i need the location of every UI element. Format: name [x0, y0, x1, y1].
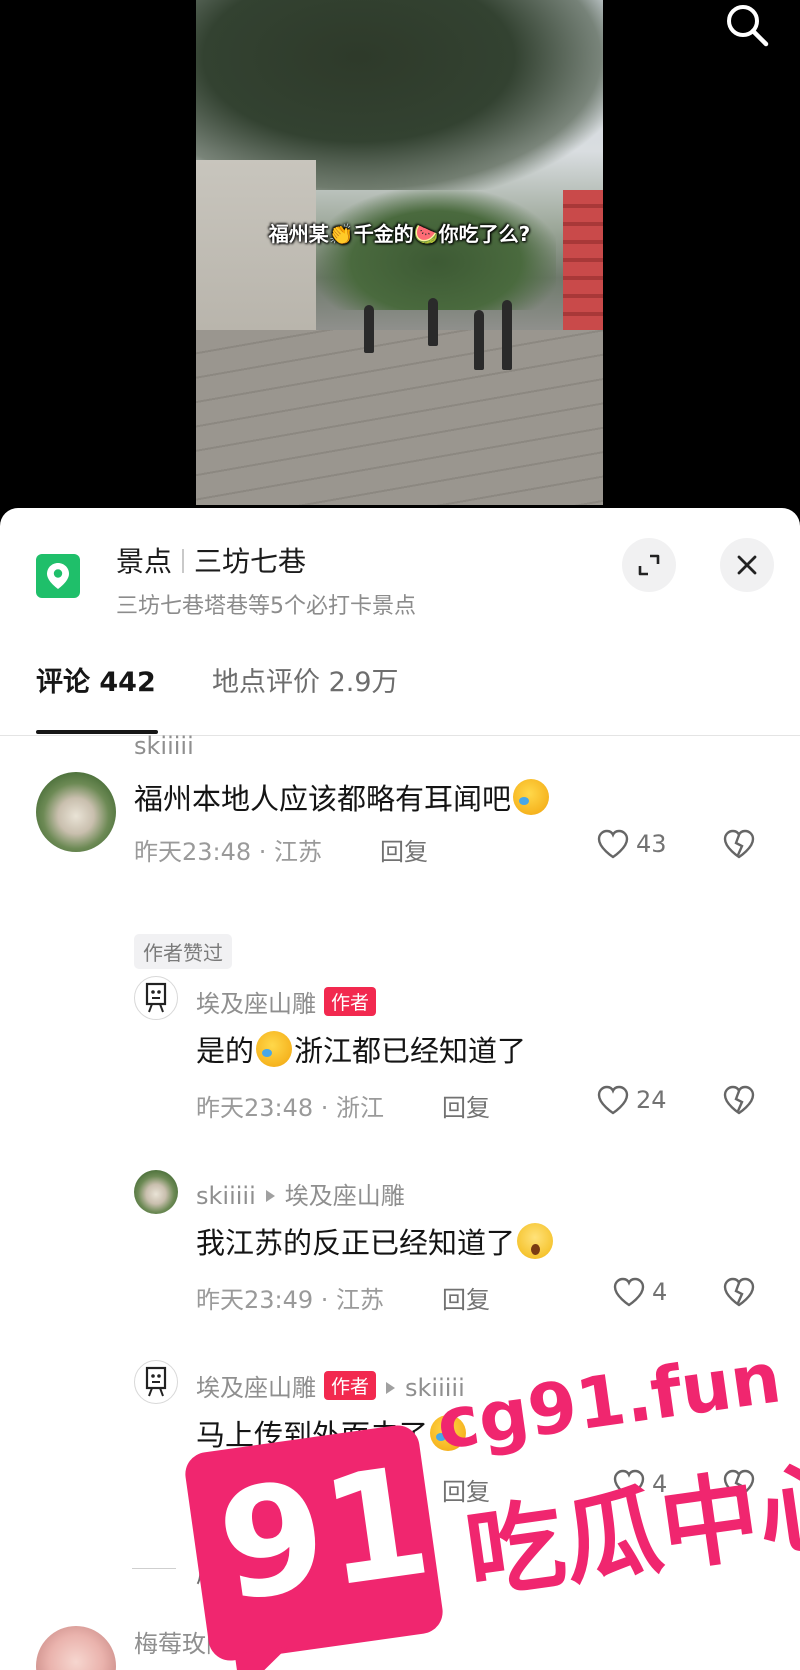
video-player[interactable]: 福州某👏千金的🍉你吃了么? — [0, 0, 800, 515]
video-scene-lanterns — [563, 190, 603, 340]
laughing-tears-emoji-icon — [430, 1415, 467, 1451]
broken-heart-icon — [723, 1085, 755, 1115]
video-caption: 福州某👏千金的🍉你吃了么? — [268, 222, 531, 246]
reply-username[interactable]: 埃及座山雕 作者 — [196, 984, 377, 1019]
reply-button[interactable]: 回复 — [442, 1088, 490, 1123]
reply-to-username: skiiiii — [405, 1374, 465, 1402]
expand-more-label: 展开更多 — [196, 1560, 292, 1588]
reply-button[interactable]: 回复 — [442, 1280, 490, 1315]
video-scene-greenery — [316, 190, 556, 310]
video-scene-street — [196, 330, 603, 505]
reply-text: 是的 浙江都已经知道了 — [196, 1028, 526, 1070]
reply-text-body: 我江苏的反正已经知道了 — [196, 1226, 516, 1260]
heart-icon — [613, 1277, 645, 1307]
reply-username-text: skiiiii — [196, 1182, 256, 1210]
heart-icon — [597, 1085, 629, 1115]
video-scene-person — [474, 310, 484, 370]
video-frame[interactable]: 福州某👏千金的🍉你吃了么? — [196, 0, 603, 505]
reply-button[interactable]: 回复 — [442, 1472, 490, 1507]
like-button[interactable]: 4 — [612, 1276, 667, 1308]
search-icon[interactable] — [724, 2, 770, 48]
avatar[interactable] — [36, 1626, 116, 1670]
broken-heart-icon — [723, 1277, 755, 1307]
video-scene-person — [502, 300, 512, 370]
dislike-button[interactable] — [722, 1276, 756, 1312]
avatar[interactable] — [134, 1170, 178, 1214]
expand-more-replies[interactable]: 展开更多 — [132, 1554, 316, 1589]
reply-arrow-icon — [386, 1382, 396, 1394]
author-avatar[interactable] — [134, 976, 178, 1020]
dislike-button[interactable] — [722, 1084, 756, 1120]
reply-username-text: 埃及座山雕 — [196, 990, 316, 1018]
reply-text-end: 浙江都已经知道了 — [294, 1034, 527, 1068]
reply-username[interactable]: skiiiii 埃及座山雕 — [196, 1176, 405, 1211]
comment-username[interactable]: 梅莓玫阿 — [134, 1624, 230, 1659]
reply-username-text: 埃及座山雕 — [196, 1374, 316, 1402]
shocked-face-emoji-icon — [517, 1223, 554, 1259]
reply-username[interactable]: 埃及座山雕 作者 skiiiii — [196, 1368, 465, 1403]
reply-text: 马上传到外面去了 — [196, 1412, 468, 1454]
author-tag: 作者 — [324, 987, 377, 1016]
reply-time-location: 昨天23:48 · 浙江 — [196, 1094, 385, 1122]
like-count: 24 — [636, 1086, 667, 1114]
comments-list: 作者赞过 埃及座山雕 作者 是的 浙江都已经知道了 昨天23:48 · 浙江 回复 … — [0, 508, 800, 1670]
chevron-down-icon — [299, 1570, 315, 1580]
comments-sheet: 景点 三坊七巷 三坊七巷塔巷等5个必打卡景点 评论 442 地点评价 2.9万 s… — [0, 508, 800, 1670]
author-liked-badge: 作者赞过 — [134, 934, 232, 969]
video-scene-person — [364, 305, 374, 353]
laughing-tears-emoji-icon — [256, 1031, 293, 1067]
reply-text: 我江苏的反正已经知道了 — [196, 1220, 555, 1262]
author-tag: 作者 — [324, 1371, 377, 1400]
heart-icon — [613, 1469, 645, 1499]
broken-heart-icon — [723, 1469, 755, 1499]
reply-text-body: 马上传到外面去了 — [196, 1418, 429, 1452]
reply-arrow-icon — [265, 1190, 275, 1202]
dislike-button[interactable] — [722, 1468, 756, 1504]
like-button[interactable]: 24 — [596, 1084, 667, 1116]
author-avatar[interactable] — [134, 1360, 178, 1404]
reply-time-location: 昨天23:49 · 江苏 — [196, 1286, 385, 1314]
like-button[interactable]: 4 — [612, 1468, 667, 1500]
reply-to-username: 埃及座山雕 — [284, 1182, 405, 1210]
like-count: 4 — [652, 1278, 668, 1306]
reply-time-location: 昨天23:50 · 浙江 — [196, 1478, 385, 1506]
video-scene-person — [428, 298, 438, 346]
like-count: 4 — [652, 1470, 668, 1498]
reply-text-start: 是的 — [196, 1034, 255, 1068]
